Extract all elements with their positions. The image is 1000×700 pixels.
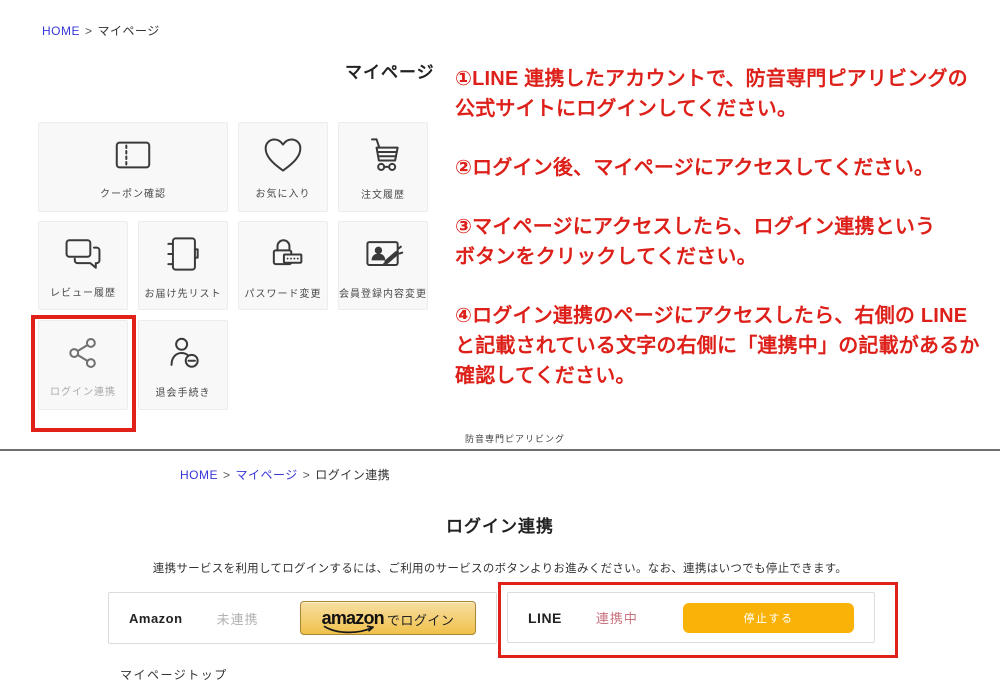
tile-member-info-change[interactable]: 会員登録内容変更 xyxy=(338,221,428,310)
tile-label: お気に入り xyxy=(256,185,311,200)
address-book-icon xyxy=(161,232,205,276)
tile-review-history[interactable]: レビュー履歴 xyxy=(38,221,128,310)
heart-icon xyxy=(261,134,305,176)
tile-label: 会員登録内容変更 xyxy=(339,285,427,300)
line-service-label: LINE xyxy=(528,610,562,626)
amazon-service-label: Amazon xyxy=(129,611,183,626)
tile-label: レビュー履歴 xyxy=(50,284,116,299)
page-title: マイページ xyxy=(345,58,435,83)
breadcrumb-separator: > xyxy=(223,468,231,482)
member-edit-icon xyxy=(361,232,405,276)
coupon-icon xyxy=(110,134,156,176)
site-footer-label: 防音専門ピアリビング xyxy=(465,432,565,445)
breadcrumb-home-link[interactable]: HOME xyxy=(42,24,80,38)
tile-withdrawal[interactable]: 退会手続き xyxy=(138,320,228,410)
tile-address-list[interactable]: お届け先リスト xyxy=(138,221,228,310)
login-link-description: 連携サービスを利用してログインするには、ご利用のサービスのボタンよりお進みくださ… xyxy=(0,560,1000,576)
breadcrumb-current: マイページ xyxy=(98,24,160,38)
lock-icon xyxy=(261,232,305,276)
instruction-step-2: ②ログイン後、マイページにアクセスしてください。 xyxy=(455,153,1000,183)
tile-label: お届け先リスト xyxy=(145,285,222,300)
amazon-button-suffix: でログイン xyxy=(387,608,455,629)
breadcrumb-mypage-link[interactable]: マイページ xyxy=(236,468,298,482)
tile-favorites[interactable]: お気に入り xyxy=(238,122,328,212)
amazon-link-row: Amazon 未連携 amazon でログイン xyxy=(108,592,497,644)
tile-label: クーポン確認 xyxy=(100,185,166,200)
tile-coupon[interactable]: クーポン確認 xyxy=(38,122,228,212)
instructions: ①LINE 連携したアカウントで、防音専門ピアリビングの 公式サイトにログインし… xyxy=(455,64,1000,420)
screenshot-divider xyxy=(0,449,1000,451)
instruction-step-4: ④ログイン連携のページにアクセスしたら、右側の LINE と記載されている文字の… xyxy=(455,301,1000,391)
cart-icon xyxy=(361,133,405,177)
instruction-step-3: ③マイページにアクセスしたら、ログイン連携という ボタンをクリックしてください。 xyxy=(455,212,1000,272)
line-link-status: 連携中 xyxy=(596,608,638,627)
breadcrumb-current: ログイン連携 xyxy=(315,468,390,482)
amazon-login-button[interactable]: amazon でログイン xyxy=(300,601,476,635)
line-link-row: LINE 連携中 停止する xyxy=(507,592,875,643)
tile-login-link[interactable]: ログイン連携 xyxy=(38,320,128,410)
amazon-logo: amazon xyxy=(322,609,384,627)
tile-label: 注文履歴 xyxy=(361,186,405,201)
instruction-step-1: ①LINE 連携したアカウントで、防音専門ピアリビングの 公式サイトにログインし… xyxy=(455,64,1000,124)
line-stop-button[interactable]: 停止する xyxy=(683,603,854,633)
tile-password-change[interactable]: パスワード変更 xyxy=(238,221,328,310)
breadcrumb-separator: > xyxy=(303,468,311,482)
mypage-top-link[interactable]: マイページトップ xyxy=(120,666,228,683)
withdraw-icon xyxy=(161,331,205,375)
login-link-title: ログイン連携 xyxy=(0,512,1000,537)
breadcrumb-home-link[interactable]: HOME xyxy=(180,468,218,482)
breadcrumb: HOME > マイページ xyxy=(42,22,160,39)
page: HOME > マイページ マイページ クーポン確認 お気に入り xyxy=(0,0,1000,700)
breadcrumb-separator: > xyxy=(85,24,93,38)
amazon-smile-icon xyxy=(323,625,379,635)
tile-order-history[interactable]: 注文履歴 xyxy=(338,122,428,212)
tile-label: ログイン連携 xyxy=(50,383,116,398)
tile-label: パスワード変更 xyxy=(245,285,322,300)
share-icon xyxy=(62,332,104,374)
amazon-link-status: 未連携 xyxy=(217,609,259,628)
breadcrumb-login-link: HOME > マイページ > ログイン連携 xyxy=(180,466,390,483)
review-icon xyxy=(61,233,105,275)
tile-label: 退会手続き xyxy=(156,384,211,399)
